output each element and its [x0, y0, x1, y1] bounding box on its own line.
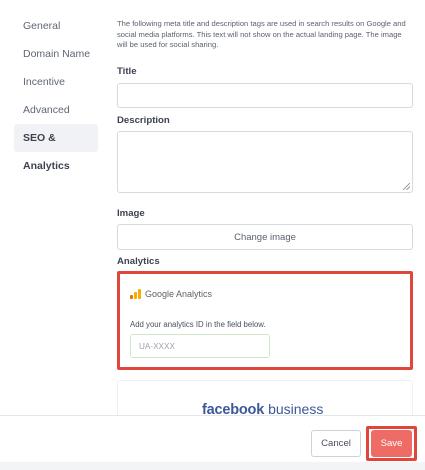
- sidebar-item-seo-analytics[interactable]: SEO & Analytics: [14, 124, 98, 172]
- analytics-heading: Analytics: [117, 256, 160, 267]
- bottom-scroll-strip: [0, 462, 425, 470]
- google-analytics-logo: Google Analytics: [130, 289, 212, 299]
- analytics-hint-text: Add your analytics ID in the field below…: [130, 320, 266, 329]
- google-analytics-logo-text: Google Analytics: [145, 289, 213, 299]
- settings-sidebar: General Domain Name Incentive Advanced S…: [14, 12, 98, 172]
- save-button[interactable]: Save: [371, 430, 412, 457]
- sidebar-item-general[interactable]: General: [14, 12, 98, 40]
- seo-section: The following meta title and description…: [117, 19, 413, 51]
- title-label: Title: [117, 66, 137, 77]
- sidebar-item-domain-name[interactable]: Domain Name: [14, 40, 98, 68]
- description-textarea[interactable]: [117, 131, 413, 193]
- analytics-id-input[interactable]: UA-XXXX: [130, 334, 270, 358]
- image-label: Image: [117, 208, 145, 219]
- description-label: Description: [117, 115, 170, 126]
- change-image-button[interactable]: Change image: [117, 224, 413, 250]
- google-analytics-logo-icon: [130, 289, 141, 299]
- seo-intro-text: The following meta title and description…: [117, 19, 406, 49]
- sidebar-item-incentive[interactable]: Incentive: [14, 68, 98, 96]
- google-analytics-card: Google Analytics Add your analytics ID i…: [117, 271, 413, 370]
- cancel-button[interactable]: Cancel: [311, 430, 361, 457]
- resize-grip-icon[interactable]: [403, 183, 410, 190]
- sidebar-item-advanced[interactable]: Advanced: [14, 96, 98, 124]
- title-input[interactable]: [117, 83, 413, 108]
